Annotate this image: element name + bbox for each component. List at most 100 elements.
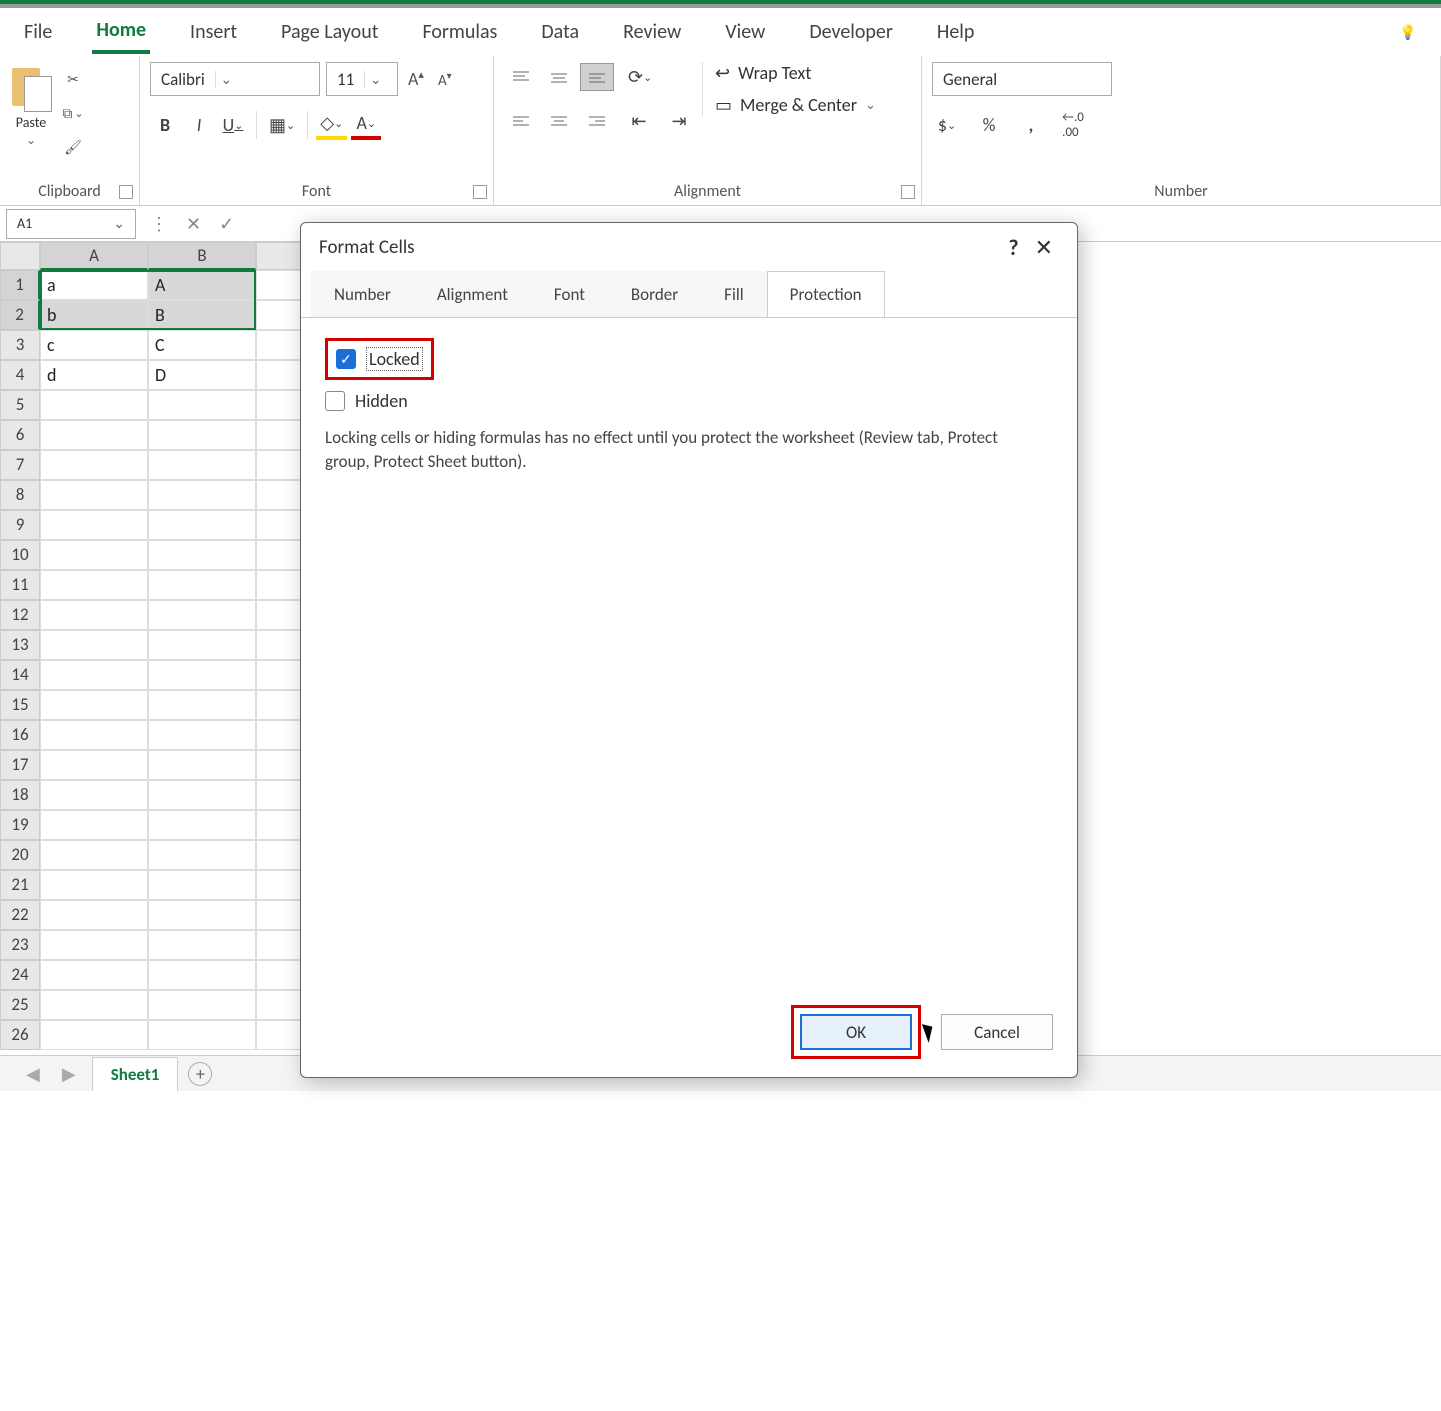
increase-indent-icon[interactable]: ⇥	[664, 106, 694, 136]
ribbon-tab-view[interactable]: View	[721, 12, 769, 52]
select-all-corner[interactable]	[0, 242, 40, 270]
cancel-button[interactable]: Cancel	[941, 1014, 1053, 1050]
cell-A21[interactable]	[40, 870, 148, 900]
align-bottom-icon[interactable]	[580, 63, 614, 91]
orientation-button[interactable]: ⟳ ⌄	[624, 62, 656, 92]
cell-A18[interactable]	[40, 780, 148, 810]
row-header-2[interactable]: 2	[0, 300, 40, 330]
cell-A14[interactable]	[40, 660, 148, 690]
locked-checkbox[interactable]: ✓	[336, 349, 356, 369]
sheet-nav-next-icon[interactable]: ▶	[56, 1063, 82, 1085]
row-header-14[interactable]: 14	[0, 660, 40, 690]
row-header-17[interactable]: 17	[0, 750, 40, 780]
cell-A9[interactable]	[40, 510, 148, 540]
row-header-1[interactable]: 1	[0, 270, 40, 300]
cell-A2[interactable]: b	[40, 300, 148, 330]
cell-A22[interactable]	[40, 900, 148, 930]
cell-A15[interactable]	[40, 690, 148, 720]
row-header-5[interactable]: 5	[0, 390, 40, 420]
cell-A3[interactable]: c	[40, 330, 148, 360]
cell-A20[interactable]	[40, 840, 148, 870]
sheet-nav-prev-icon[interactable]: ◀	[20, 1063, 46, 1085]
ribbon-tab-file[interactable]: File	[20, 12, 56, 52]
row-header-23[interactable]: 23	[0, 930, 40, 960]
borders-button[interactable]: ▦ ⌄	[265, 110, 299, 140]
percent-format-icon[interactable]: %	[974, 110, 1004, 140]
cell-A10[interactable]	[40, 540, 148, 570]
cell-B4[interactable]: D	[148, 360, 256, 390]
fill-color-button[interactable]: ◇ ⌄	[316, 110, 347, 140]
ribbon-tab-data[interactable]: Data	[537, 12, 583, 52]
cell-A17[interactable]	[40, 750, 148, 780]
row-header-4[interactable]: 4	[0, 360, 40, 390]
cell-A12[interactable]	[40, 600, 148, 630]
dialog-tab-font[interactable]: Font	[531, 271, 608, 318]
align-right-icon[interactable]	[580, 107, 614, 135]
cell-A26[interactable]	[40, 1020, 148, 1050]
cell-B6[interactable]	[148, 420, 256, 450]
cell-B20[interactable]	[148, 840, 256, 870]
row-header-3[interactable]: 3	[0, 330, 40, 360]
cancel-formula-icon[interactable]: ✕	[186, 213, 201, 235]
ribbon-tab-formulas[interactable]: Formulas	[418, 12, 501, 52]
cell-A8[interactable]	[40, 480, 148, 510]
cell-B24[interactable]	[148, 960, 256, 990]
col-header-A[interactable]: A	[40, 242, 148, 270]
enter-formula-icon[interactable]: ✓	[219, 213, 234, 235]
cell-A25[interactable]	[40, 990, 148, 1020]
lightbulb-icon[interactable]: 💡	[1395, 19, 1421, 45]
font-color-button[interactable]: A ⌄	[351, 110, 381, 140]
underline-button[interactable]: U ⌄	[218, 110, 248, 140]
cell-B19[interactable]	[148, 810, 256, 840]
cell-B26[interactable]	[148, 1020, 256, 1050]
cell-A23[interactable]	[40, 930, 148, 960]
increase-decimal-icon[interactable]: ←.0.00	[1058, 110, 1088, 140]
align-center-icon[interactable]	[542, 107, 576, 135]
hidden-checkbox[interactable]	[325, 391, 345, 411]
align-left-icon[interactable]	[504, 107, 538, 135]
row-header-12[interactable]: 12	[0, 600, 40, 630]
copy-icon[interactable]: ⧉ ⌄	[60, 100, 86, 126]
ribbon-tab-page-layout[interactable]: Page Layout	[277, 12, 382, 52]
row-header-16[interactable]: 16	[0, 720, 40, 750]
wrap-text-button[interactable]: ↩ Wrap Text	[715, 62, 876, 84]
cell-A4[interactable]: d	[40, 360, 148, 390]
row-header-24[interactable]: 24	[0, 960, 40, 990]
row-header-15[interactable]: 15	[0, 690, 40, 720]
cell-A1[interactable]: a	[40, 270, 148, 300]
cell-A16[interactable]	[40, 720, 148, 750]
row-header-22[interactable]: 22	[0, 900, 40, 930]
ok-button[interactable]: OK	[800, 1014, 912, 1050]
decrease-font-icon[interactable]: A▾	[434, 67, 456, 92]
cell-B8[interactable]	[148, 480, 256, 510]
cell-B25[interactable]	[148, 990, 256, 1020]
row-header-6[interactable]: 6	[0, 420, 40, 450]
cell-B3[interactable]: C	[148, 330, 256, 360]
cut-icon[interactable]: ✂	[60, 66, 86, 92]
ribbon-tab-developer[interactable]: Developer	[805, 12, 897, 52]
paste-button[interactable]: Paste ⌄	[10, 62, 52, 148]
font-size-combo[interactable]: 11 ⌄	[326, 62, 398, 96]
cell-B15[interactable]	[148, 690, 256, 720]
cell-B10[interactable]	[148, 540, 256, 570]
dialog-tab-border[interactable]: Border	[608, 271, 701, 318]
align-top-icon[interactable]	[504, 63, 538, 91]
decrease-indent-icon[interactable]: ⇤	[624, 106, 654, 136]
align-middle-icon[interactable]	[542, 63, 576, 91]
cell-B14[interactable]	[148, 660, 256, 690]
sheet-tab-sheet1[interactable]: Sheet1	[92, 1057, 179, 1091]
dialog-tab-protection[interactable]: Protection	[767, 271, 885, 318]
format-painter-icon[interactable]: 🖌	[60, 134, 86, 160]
alignment-launcher-icon[interactable]	[901, 185, 915, 199]
cell-A11[interactable]	[40, 570, 148, 600]
cell-A13[interactable]	[40, 630, 148, 660]
number-format-combo[interactable]: General	[932, 62, 1112, 96]
dialog-help-icon[interactable]: ?	[998, 234, 1028, 261]
clipboard-launcher-icon[interactable]	[119, 185, 133, 199]
formula-options-icon[interactable]: ⋮	[150, 213, 168, 235]
cell-B18[interactable]	[148, 780, 256, 810]
font-launcher-icon[interactable]	[473, 185, 487, 199]
dialog-close-icon[interactable]: ✕	[1029, 234, 1059, 261]
row-header-18[interactable]: 18	[0, 780, 40, 810]
accounting-format-icon[interactable]: $ ⌄	[932, 110, 962, 140]
